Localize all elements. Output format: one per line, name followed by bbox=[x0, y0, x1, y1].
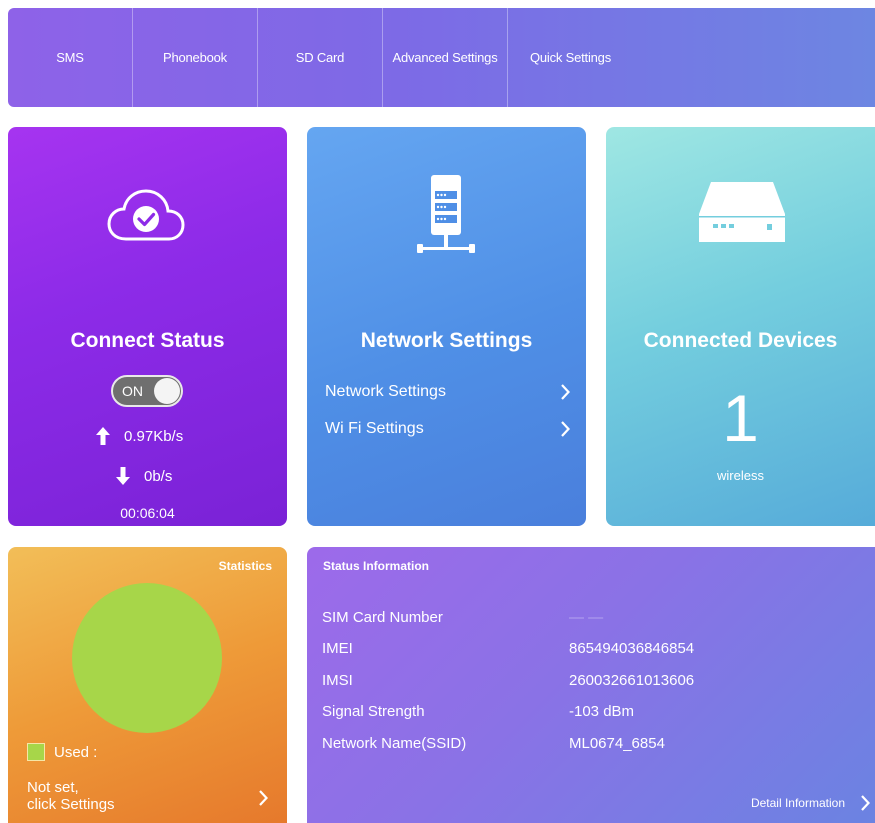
chevron-right-icon bbox=[561, 421, 570, 437]
network-settings-card: Network Settings Network Settings Wi Fi … bbox=[307, 127, 586, 526]
info-value: ML0674_6854 bbox=[569, 735, 665, 752]
chevron-right-icon[interactable] bbox=[258, 790, 268, 806]
server-icon bbox=[417, 175, 475, 253]
connected-devices-title: Connected Devices bbox=[643, 329, 838, 352]
device-type-label: wireless bbox=[717, 468, 764, 483]
not-set-settings-link[interactable]: Not set, click Settings bbox=[27, 779, 115, 813]
statistics-title: Statistics bbox=[218, 559, 272, 573]
network-settings-title: Network Settings bbox=[360, 329, 533, 352]
detail-information-label: Detail Information bbox=[750, 796, 845, 810]
info-value: 260032661013606 bbox=[569, 672, 695, 689]
download-rate-row: 0b/s bbox=[116, 467, 172, 485]
connection-toggle[interactable]: ON bbox=[111, 375, 183, 407]
info-key: Network Name(SSID) bbox=[322, 735, 467, 752]
not-set-line: Not set, bbox=[27, 779, 79, 796]
used-legend-swatch bbox=[27, 743, 45, 761]
connect-status-card: Connect Status ON 0.97Kb/s 0b/s 00:06:04 bbox=[8, 127, 287, 526]
info-value: 865494036846854 bbox=[569, 640, 695, 657]
usage-pie-chart bbox=[72, 583, 222, 733]
download-rate: 0b/s bbox=[144, 467, 173, 485]
info-row-ssid: Network Name(SSID) ML0674_6854 bbox=[322, 735, 862, 752]
statistics-card: Statistics Used : Not set, click Setting… bbox=[8, 547, 287, 823]
connect-status-title: Connect Status bbox=[70, 329, 225, 352]
info-row-imsi: IMSI 260032661013606 bbox=[322, 672, 862, 689]
top-navigation: SMS Phonebook SD Card Advanced Settings … bbox=[8, 8, 875, 107]
info-value: -103 dBm bbox=[569, 703, 635, 720]
chevron-right-icon bbox=[561, 384, 570, 400]
upload-arrow-icon bbox=[96, 427, 110, 445]
info-row-signal: Signal Strength -103 dBm bbox=[322, 703, 862, 720]
download-arrow-icon bbox=[116, 467, 130, 485]
toggle-state-label: ON bbox=[122, 383, 143, 399]
nav-item-sms[interactable]: SMS bbox=[8, 8, 133, 107]
nav-item-sd-card[interactable]: SD Card bbox=[258, 8, 383, 107]
upload-rate: 0.97Kb/s bbox=[124, 427, 184, 445]
used-legend-label: Used : bbox=[54, 744, 98, 761]
upload-rate-row: 0.97Kb/s bbox=[96, 427, 183, 445]
info-key: Signal Strength bbox=[322, 703, 425, 720]
network-settings-link[interactable]: Network Settings bbox=[325, 383, 570, 401]
info-key: SIM Card Number bbox=[322, 609, 443, 626]
nav-item-advanced-settings[interactable]: Advanced Settings bbox=[383, 8, 508, 107]
nav-item-phonebook[interactable]: Phonebook bbox=[133, 8, 258, 107]
info-row-sim: SIM Card Number — — bbox=[322, 609, 862, 626]
device-count: 1 bbox=[722, 381, 759, 455]
connected-devices-card[interactable]: Connected Devices 1 wireless bbox=[606, 127, 875, 526]
router-icon bbox=[699, 182, 785, 242]
toggle-knob bbox=[154, 378, 180, 404]
wifi-settings-link[interactable]: Wi Fi Settings bbox=[325, 420, 570, 438]
status-information-card: Status Information SIM Card Number — — I… bbox=[307, 547, 875, 823]
network-settings-link-label: Network Settings bbox=[325, 383, 446, 400]
info-row-imei: IMEI 865494036846854 bbox=[322, 640, 862, 657]
info-key: IMEI bbox=[322, 640, 353, 657]
connection-uptime: 00:06:04 bbox=[120, 505, 175, 521]
status-information-title: Status Information bbox=[323, 559, 430, 573]
info-key: IMSI bbox=[322, 672, 353, 689]
chevron-right-icon bbox=[861, 795, 870, 811]
wifi-settings-link-label: Wi Fi Settings bbox=[325, 420, 424, 437]
info-value: — — bbox=[569, 609, 604, 626]
click-settings-line: click Settings bbox=[27, 796, 115, 813]
cloud-check-icon bbox=[107, 189, 185, 241]
nav-item-quick-settings[interactable]: Quick Settings bbox=[508, 8, 633, 107]
detail-information-link[interactable]: Detail Information bbox=[751, 795, 870, 811]
